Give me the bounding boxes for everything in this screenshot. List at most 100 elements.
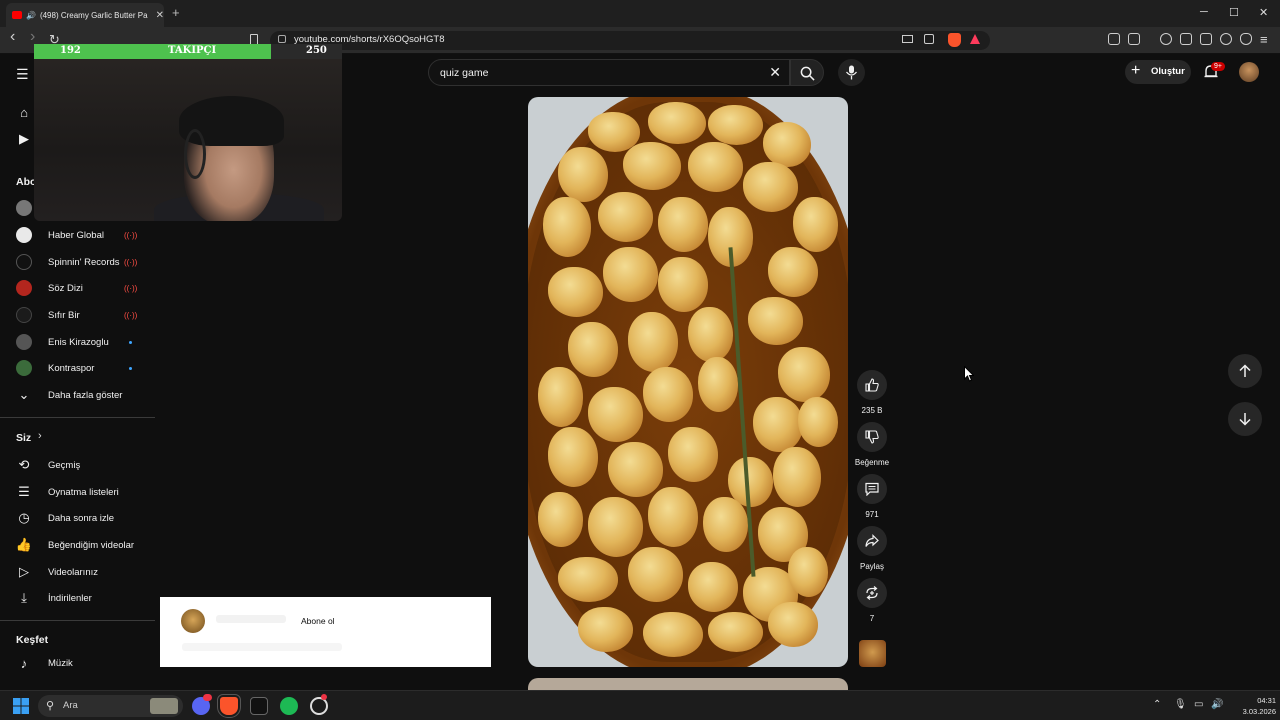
garlic-clove	[688, 562, 738, 612]
sidebar-item-downloads[interactable]: ⤓ İndirilenler	[0, 586, 155, 610]
windows-start-icon[interactable]	[13, 698, 29, 714]
sidebar-item-your-videos[interactable]: ▷ Videolarınız	[0, 560, 155, 584]
original-sound-thumbnail[interactable]	[859, 640, 886, 667]
arrow-down-icon	[1239, 413, 1251, 426]
leo-ai-icon[interactable]	[1220, 33, 1232, 45]
back-button[interactable]: ‹	[10, 28, 15, 46]
sidebar-item-history[interactable]: ⟲ Geçmiş	[0, 453, 155, 477]
minimize-button[interactable]: ─	[1200, 6, 1208, 18]
volume-icon[interactable]: 🔊	[1211, 699, 1223, 710]
notifications-badge: 9+	[1211, 62, 1225, 71]
thumbs-up-icon	[865, 378, 879, 392]
menu-icon[interactable]: ≡	[1260, 32, 1268, 47]
sidebar-item-label: Müzik	[48, 657, 73, 669]
create-button[interactable]: + Oluştur	[1125, 60, 1191, 84]
remix-button[interactable]	[857, 578, 887, 608]
comment-icon	[865, 482, 879, 496]
vpn-shield-icon[interactable]	[1240, 33, 1252, 45]
dislike-button[interactable]	[857, 422, 887, 452]
garlic-clove	[773, 447, 821, 507]
new-tab-button[interactable]: +	[172, 5, 180, 20]
channel-label: Söz Dizi	[48, 282, 83, 294]
sidebar-item-music[interactable]: ♪ Müzik	[0, 651, 155, 675]
sidebar-item-liked-videos[interactable]: 👍 Beğendiğim videolar	[0, 533, 155, 557]
extensions-icon[interactable]	[1108, 33, 1120, 45]
garlic-clove	[598, 192, 653, 242]
channel-name-placeholder	[216, 615, 286, 623]
browser-tab[interactable]: 🔊 (498) Creamy Garlic Butter Pa ✕	[6, 3, 164, 27]
sidebar-item-channel[interactable]: Spinnin' Records ((·))	[0, 250, 155, 274]
plus-icon: +	[1131, 62, 1141, 79]
sidebar-item-channel[interactable]: Kontraspor	[0, 356, 155, 380]
share-button[interactable]	[857, 526, 887, 556]
address-bar[interactable]: youtube.com/shorts/rX6OQsoHGT8	[270, 31, 990, 50]
next-short-button[interactable]	[1228, 402, 1262, 436]
search-box[interactable]: quiz game ✕	[428, 59, 790, 86]
garlic-clove	[743, 162, 798, 212]
channel-avatar	[16, 280, 32, 296]
mouse-cursor-icon	[964, 366, 974, 382]
taskbar-search[interactable]: ⚲ Ara	[38, 695, 183, 717]
garlic-clove	[543, 197, 591, 257]
maximize-button[interactable]: ☐	[1229, 6, 1239, 19]
close-window-button[interactable]: ✕	[1259, 6, 1268, 19]
show-more-button[interactable]: ⌄ Daha fazla göster	[0, 383, 155, 407]
sidebar-item-channel[interactable]: Sıfır Bir ((·))	[0, 303, 155, 327]
sidebar-item-label: Beğendiğim videolar	[48, 539, 135, 551]
screenshot-icon[interactable]	[1128, 33, 1140, 45]
brave-rewards-icon[interactable]	[970, 34, 980, 44]
spotify-icon[interactable]	[280, 697, 298, 715]
headphones-icon	[184, 129, 206, 179]
channel-avatar[interactable]	[181, 609, 205, 633]
garlic-clove	[708, 105, 763, 145]
obs-or-app-icon[interactable]	[250, 697, 268, 715]
new-content-dot	[129, 340, 132, 344]
garlic-clove	[763, 122, 811, 167]
voice-search-button[interactable]	[838, 59, 865, 86]
tray-chevron-up-icon[interactable]: ⌃	[1153, 699, 1161, 710]
network-icon[interactable]: ▭	[1194, 699, 1203, 710]
wallet-icon[interactable]	[1200, 33, 1212, 45]
subscribe-button[interactable]: Abone ol	[293, 611, 343, 631]
sidebar-toggle-icon[interactable]	[1180, 33, 1192, 45]
you-section-heading[interactable]: Siz ›	[0, 426, 155, 450]
cast-icon[interactable]	[902, 35, 913, 43]
comments-button[interactable]	[857, 474, 887, 504]
clear-search-icon[interactable]: ✕	[769, 64, 781, 81]
shorts-video-player[interactable]	[528, 97, 848, 667]
search-button[interactable]	[790, 59, 824, 86]
search-input[interactable]: quiz game	[440, 67, 488, 79]
account-avatar[interactable]	[1239, 62, 1259, 82]
channel-avatar	[16, 200, 32, 216]
your-videos-icon: ▷	[19, 564, 29, 579]
garlic-clove	[778, 347, 830, 402]
speaker-icon: 🔊	[25, 10, 36, 20]
like-button[interactable]	[857, 370, 887, 400]
taskbar-clock[interactable]: 04:31 3.03.2026	[1230, 695, 1276, 717]
sidebar-item-channel[interactable]: Söz Dizi ((·))	[0, 276, 155, 300]
garlic-clove	[703, 497, 748, 552]
previous-short-button[interactable]	[1228, 354, 1262, 388]
garlic-clove	[538, 492, 583, 547]
site-info-icon[interactable]	[278, 35, 286, 43]
sidebar-item-channel[interactable]: Enis Kirazoglu	[0, 330, 155, 354]
garlic-clove	[568, 322, 618, 377]
tab-close-icon[interactable]: ✕	[156, 10, 164, 21]
sidebar-item-channel[interactable]: Haber Global ((·))	[0, 223, 155, 247]
garlic-clove	[648, 102, 706, 144]
share-page-icon[interactable]	[924, 34, 934, 44]
sidebar-item-playlists[interactable]: ☰ Oynatma listeleri	[0, 480, 155, 504]
garlic-clove	[648, 487, 698, 547]
microphone-tray-icon[interactable]: 🎙	[1174, 699, 1187, 710]
garlic-clove	[578, 607, 633, 652]
guide-menu-button[interactable]: ☰	[16, 66, 29, 83]
channel-avatar	[16, 334, 32, 350]
sidebar-item-watch-later[interactable]: ◷ Daha sonra izle	[0, 506, 155, 530]
garlic-clove	[688, 142, 743, 192]
brave-shields-icon[interactable]	[948, 33, 961, 47]
media-icon[interactable]	[1160, 33, 1172, 45]
garlic-clove	[708, 612, 763, 652]
garlic-clove	[668, 427, 718, 482]
brave-browser-icon[interactable]	[217, 694, 241, 718]
live-icon: ((·))	[124, 257, 138, 267]
